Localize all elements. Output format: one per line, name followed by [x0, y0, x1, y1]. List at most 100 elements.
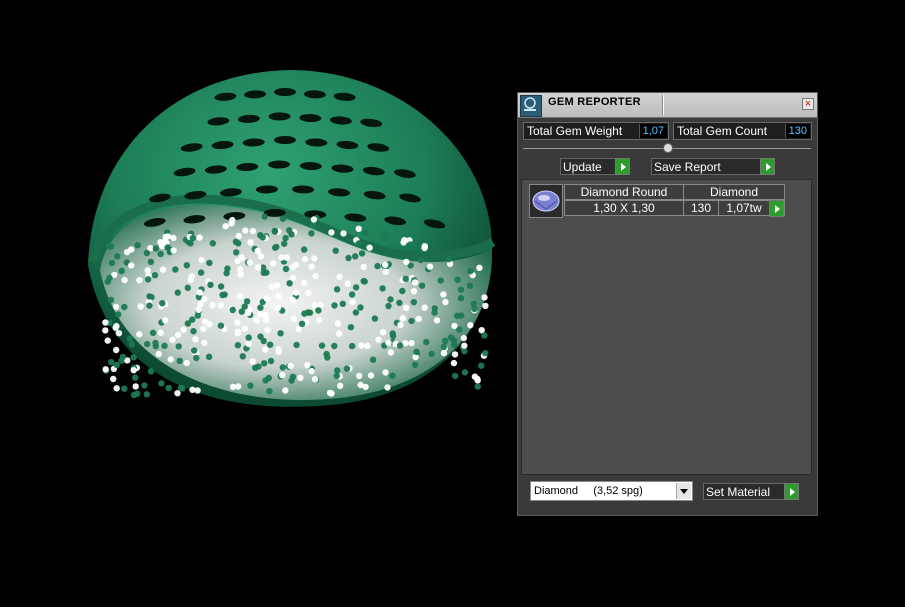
prong-bead	[289, 296, 296, 303]
prong-bead	[205, 353, 213, 360]
prong-bead	[481, 294, 488, 301]
update-button[interactable]: Update	[560, 158, 630, 175]
prong-bead	[183, 262, 190, 269]
prong-bead	[196, 289, 203, 296]
total-gem-count-label: Total Gem Count	[677, 124, 768, 138]
prong-bead	[326, 389, 334, 397]
prong-bead	[457, 286, 465, 293]
prong-bead	[217, 283, 225, 290]
play-arrow-icon	[760, 158, 775, 175]
gem-shape: Diamond Round	[564, 184, 684, 200]
prong-bead	[306, 309, 314, 316]
prong-bead	[207, 281, 214, 288]
prong-bead	[418, 282, 426, 289]
prong-bead	[253, 317, 260, 324]
prong-bead	[311, 376, 319, 383]
prong-bead	[170, 247, 177, 254]
prong-bead	[408, 339, 415, 347]
prong-bead	[147, 368, 155, 375]
prong-bead	[379, 329, 387, 336]
prong-bead	[445, 256, 453, 263]
prong-bead	[308, 263, 315, 270]
prong-bead	[385, 302, 392, 310]
prong-bead	[328, 229, 335, 236]
prong-bead	[461, 348, 468, 355]
prong-bead	[384, 384, 391, 391]
prong-bead	[352, 309, 360, 316]
prong-bead	[247, 239, 254, 246]
prong-bead	[128, 262, 135, 269]
prong-bead	[159, 266, 167, 273]
gem-count: 130	[683, 200, 719, 216]
prong-bead	[337, 382, 344, 389]
prong-bead	[169, 336, 176, 343]
prong-bead	[235, 232, 242, 240]
prong-bead	[113, 385, 120, 392]
prong-bead	[257, 253, 265, 260]
prong-bead	[247, 382, 254, 389]
prong-bead	[282, 265, 290, 273]
prong-bead	[106, 274, 113, 282]
prong-bead	[297, 374, 304, 381]
prong-bead	[126, 335, 133, 342]
prong-bead	[344, 280, 351, 287]
prong-bead	[336, 330, 343, 337]
prong-bead	[209, 302, 216, 309]
prong-bead	[290, 315, 297, 322]
prong-bead	[159, 300, 166, 307]
material-select[interactable]: Diamond (3,52 spg)	[530, 481, 693, 501]
prong-bead	[201, 339, 208, 346]
close-icon[interactable]: ×	[802, 98, 814, 110]
prong-bead	[265, 374, 272, 382]
prong-bead	[132, 374, 139, 381]
prong-bead	[147, 258, 155, 266]
prong-bead	[467, 322, 474, 329]
chevron-down-icon[interactable]	[676, 483, 691, 499]
prong-bead	[239, 353, 246, 360]
prong-bead	[254, 264, 262, 271]
prong-bead	[266, 341, 274, 348]
prong-bead	[417, 256, 424, 264]
prong-bead	[440, 343, 447, 351]
prong-bead	[176, 357, 183, 365]
prong-bead	[236, 266, 244, 273]
prong-bead	[379, 233, 387, 241]
title-bar[interactable]: GEM REPORTER ×	[518, 93, 817, 118]
prong-bead	[105, 243, 112, 250]
prong-bead	[189, 386, 196, 393]
prong-bead	[366, 244, 373, 251]
prong-bead	[385, 339, 392, 347]
gem-action-button[interactable]	[769, 200, 785, 217]
prong-bead	[257, 333, 264, 340]
save-report-button[interactable]: Save Report	[651, 158, 775, 175]
prong-bead	[355, 225, 362, 232]
prong-bead	[234, 342, 242, 349]
prong-bead	[474, 377, 481, 384]
list-item[interactable]: Diamond Round Diamond 1,30 X 1,30 130 1,…	[529, 184, 785, 218]
prong-bead	[474, 383, 481, 390]
prong-bead	[136, 277, 143, 284]
prong-bead	[362, 229, 369, 236]
prong-bead	[454, 276, 461, 283]
set-material-button[interactable]: Set Material	[703, 483, 799, 500]
prong-bead	[229, 306, 236, 314]
prong-bead	[267, 357, 275, 365]
prong-bead	[279, 372, 286, 379]
app-logo-icon	[520, 95, 542, 117]
prong-bead	[433, 317, 441, 324]
prong-bead	[115, 311, 122, 318]
prong-bead	[289, 373, 297, 380]
prong-bead	[308, 230, 315, 237]
prong-bead	[172, 266, 179, 273]
prong-bead	[149, 329, 157, 336]
splitter-handle[interactable]	[663, 143, 673, 153]
prong-bead	[136, 331, 143, 338]
play-arrow-icon	[615, 158, 630, 175]
prong-bead	[399, 315, 407, 322]
prong-bead	[442, 337, 449, 344]
prong-bead	[301, 310, 308, 317]
prong-bead	[411, 361, 419, 368]
prong-bead	[349, 298, 356, 306]
prong-bead	[189, 234, 196, 242]
prong-bead	[456, 326, 463, 333]
